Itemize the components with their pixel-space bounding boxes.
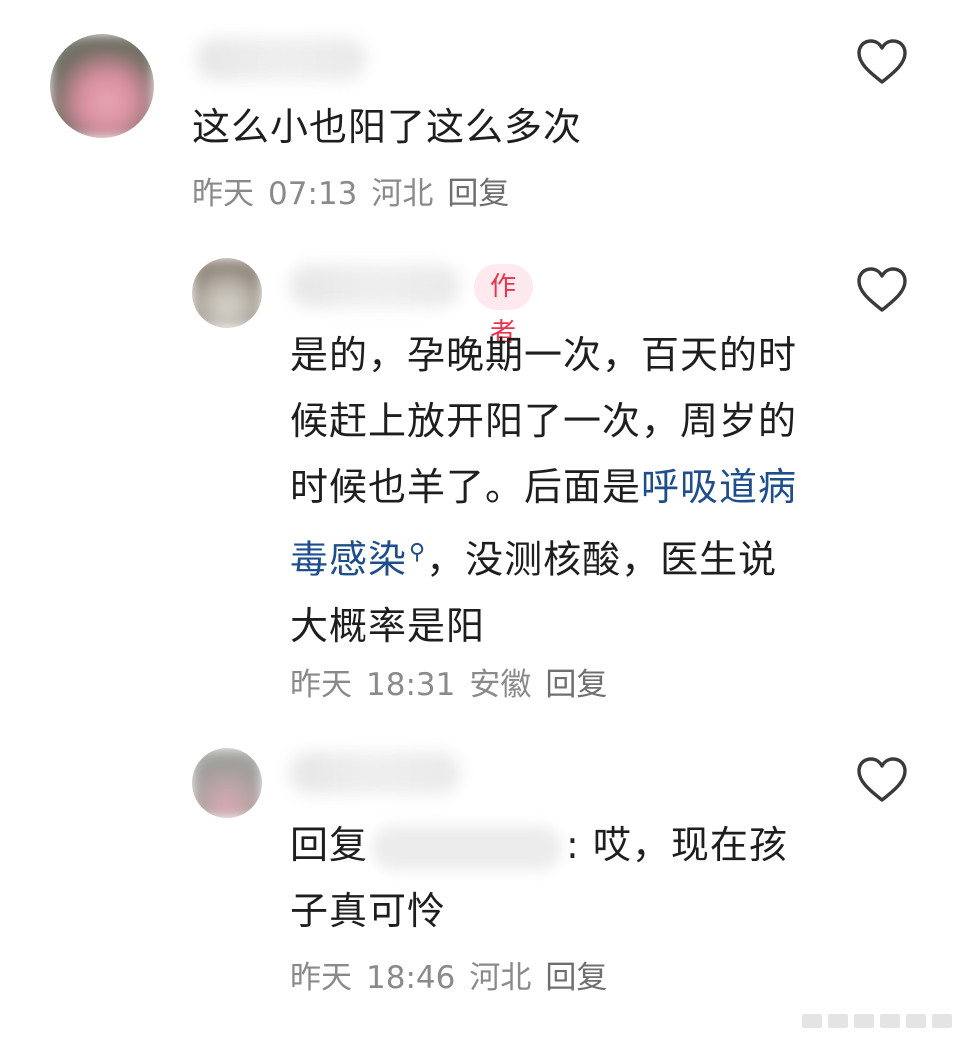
comment-meta: 昨天 18:31 安徽 回复 xyxy=(290,665,621,705)
avatar[interactable] xyxy=(192,748,262,818)
like-button[interactable] xyxy=(856,756,908,804)
like-button[interactable] xyxy=(856,266,908,314)
like-button[interactable] xyxy=(856,38,908,86)
avatar[interactable] xyxy=(50,34,154,138)
reply-button[interactable]: 回复 xyxy=(545,960,607,996)
comment-text: 这么小也阳了这么多次 xyxy=(192,105,583,149)
comment-date: 昨天 xyxy=(290,667,352,703)
reply-button[interactable]: 回复 xyxy=(545,667,607,703)
heart-outline-icon xyxy=(857,757,907,802)
username-blurred[interactable] xyxy=(290,265,460,307)
watermark xyxy=(802,1014,952,1028)
comment-meta: 昨天 07:13 河北 回复 xyxy=(192,174,523,214)
comment-text: 回复: 哎，现在孩子真可怜 xyxy=(290,812,800,944)
username-blurred[interactable] xyxy=(290,752,460,794)
comment-time: 18:31 xyxy=(366,667,456,703)
reply-prefix: 回复 xyxy=(290,823,369,867)
reply-button[interactable]: 回复 xyxy=(447,176,509,212)
search-icon: ⚲ xyxy=(409,540,427,565)
comment-time: 07:13 xyxy=(268,176,358,212)
comment-time: 18:46 xyxy=(366,960,456,996)
comment-meta: 昨天 18:46 河北 回复 xyxy=(290,958,621,998)
comment-text: 是的，孕晚期一次，百天的时候赶上放开阳了一次，周岁的时候也羊了。后面是呼吸道病毒… xyxy=(290,322,800,659)
comment-location: 河北 xyxy=(469,960,532,996)
mentioned-user-blurred[interactable] xyxy=(372,825,563,870)
comment-location: 河北 xyxy=(371,176,434,212)
heart-outline-icon xyxy=(857,267,907,312)
heart-outline-icon xyxy=(857,39,907,84)
comment-date: 昨天 xyxy=(290,960,352,996)
comment-date: 昨天 xyxy=(192,176,254,212)
author-badge: 作者 xyxy=(474,264,534,348)
avatar[interactable] xyxy=(192,258,262,328)
comment-location: 安徽 xyxy=(469,667,532,703)
username-blurred[interactable] xyxy=(196,38,366,80)
